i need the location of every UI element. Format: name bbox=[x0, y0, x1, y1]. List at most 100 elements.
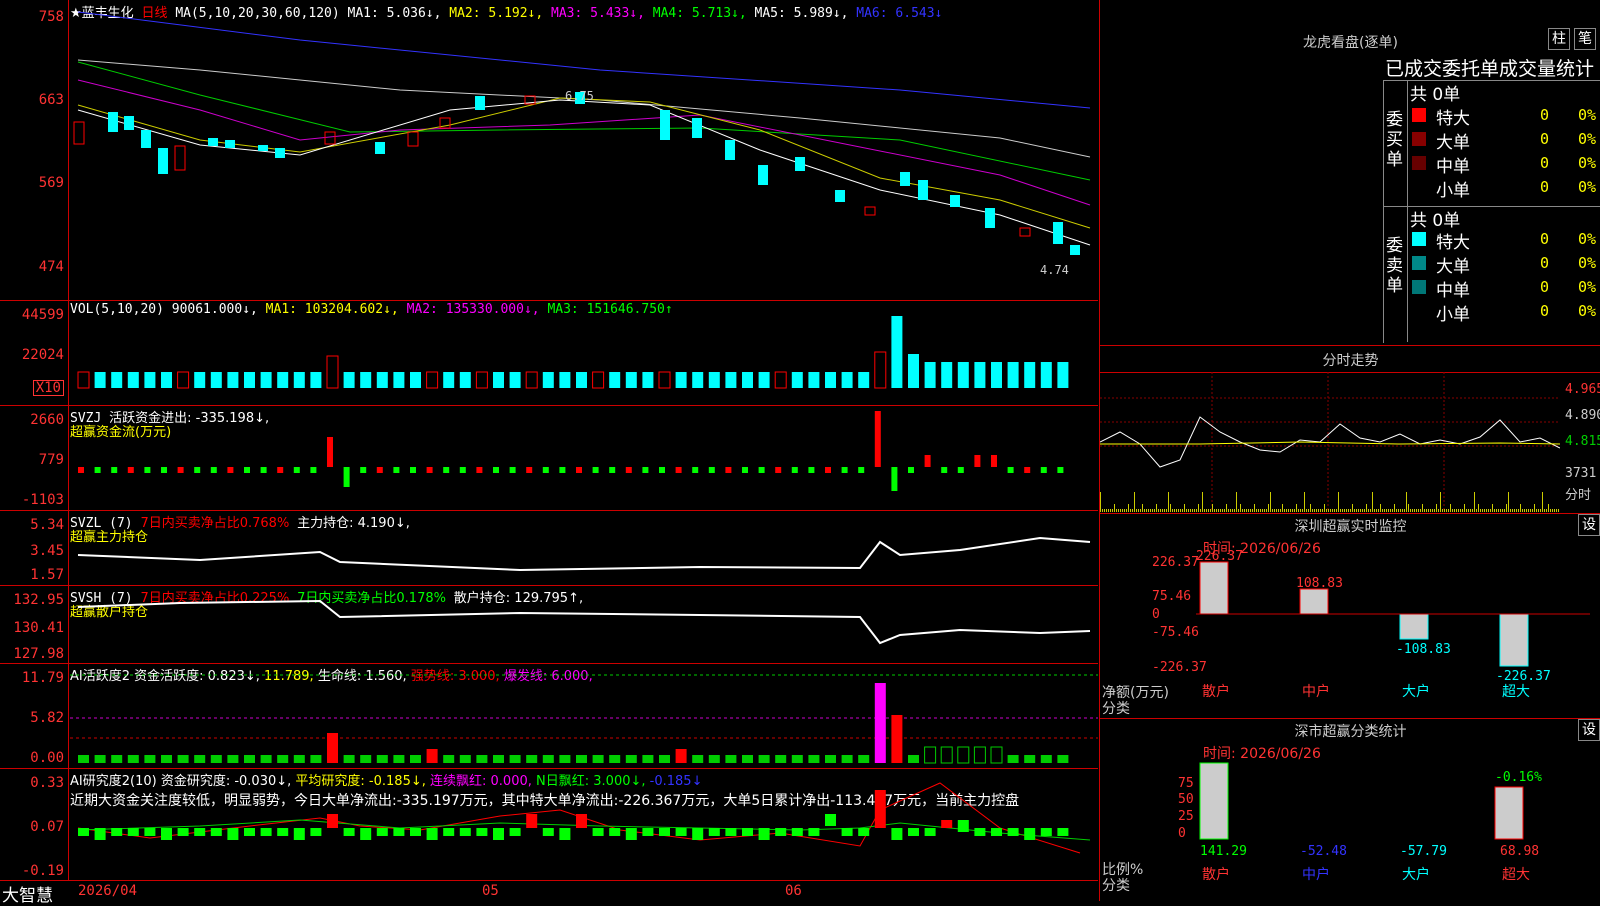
buy-side-label: 委买单 bbox=[1386, 110, 1403, 170]
ts-volume-bar bbox=[1366, 504, 1367, 512]
research-bar bbox=[177, 828, 189, 836]
activity-bar bbox=[957, 746, 970, 764]
ts-volume-bar bbox=[1186, 509, 1187, 512]
volume-bar bbox=[475, 371, 488, 389]
volume-pane[interactable]: 44599 22024 X10 VOL(5,10,20) 90061.000↓,… bbox=[0, 300, 1098, 406]
ts-volume-bar bbox=[1224, 509, 1225, 512]
ts-volume-bar bbox=[1150, 509, 1151, 512]
ts-axis: 4.815 bbox=[1565, 434, 1600, 449]
kline-pane[interactable]: 758 663 569 474 ★蓝丰生化 日线 MA(5,10,20,30,6… bbox=[0, 0, 1098, 301]
activity-bar bbox=[576, 755, 587, 763]
research-bar bbox=[509, 828, 521, 836]
ts-volume-bar bbox=[1410, 509, 1411, 512]
tick-mode-button[interactable]: 笔 bbox=[1574, 28, 1596, 50]
ai1-chart bbox=[70, 674, 1098, 764]
ts-volume-bar bbox=[1228, 509, 1229, 512]
money-flow-bar bbox=[194, 467, 201, 473]
money-flow-bar bbox=[177, 467, 184, 473]
money-flow-bar bbox=[742, 467, 748, 473]
ts-volume-bar bbox=[1194, 509, 1195, 512]
ts-volume-bar bbox=[1466, 509, 1467, 512]
research-bar bbox=[941, 820, 953, 828]
ts-volume-bar bbox=[1278, 509, 1279, 512]
ts-volume-bar bbox=[1418, 509, 1419, 512]
activity-bar bbox=[1024, 755, 1036, 763]
ts-volume-bar bbox=[1354, 509, 1355, 512]
research-bar bbox=[908, 828, 919, 836]
svzj-pane[interactable]: 2660 779 -1103 SVZJ 活跃资金进出: -335.198↓, 超… bbox=[0, 405, 1098, 511]
ts-volume-bar bbox=[1540, 509, 1541, 512]
ts-volume-bar bbox=[1330, 509, 1331, 512]
ts-volume-bar bbox=[1362, 509, 1363, 512]
ts-volume-bar bbox=[1286, 509, 1287, 512]
order-count: 0 bbox=[1540, 254, 1550, 272]
sz-monitor-panel[interactable]: 深圳超赢实时监控 设 时间: 2026/06/26 226.37 75.46 0 -7… bbox=[1099, 513, 1600, 719]
ts-volume-bar bbox=[1548, 504, 1549, 512]
ts-volume-bar bbox=[1128, 504, 1129, 512]
volume-bar bbox=[161, 372, 172, 388]
activity-bar bbox=[1040, 755, 1052, 763]
money-flow-bar bbox=[924, 455, 931, 467]
volume-bar bbox=[774, 371, 787, 389]
net-flow-bar bbox=[1199, 561, 1229, 615]
money-flow-bar bbox=[343, 467, 350, 487]
research-bar bbox=[642, 828, 654, 836]
research-bar bbox=[476, 828, 488, 836]
ts-volume-bar bbox=[1438, 509, 1439, 512]
ts-vol-label: 3731 bbox=[1565, 466, 1597, 481]
ai-research-pane[interactable]: 0.33 0.07 -0.19 AI研究度2(10) 资金研究度: -0.030… bbox=[0, 768, 1098, 880]
activity-bar bbox=[376, 755, 388, 763]
research-bar bbox=[791, 828, 803, 836]
candle-chart: 4.74 6.75 bbox=[73, 11, 1091, 277]
research-bar bbox=[127, 828, 139, 836]
ts-volume-bar bbox=[1162, 509, 1163, 512]
research-bar bbox=[874, 790, 886, 828]
money-flow-bar bbox=[609, 467, 616, 473]
svzl-pane[interactable]: 5.34 3.45 1.57 SVZL (7) 7日内买卖净占比0.768% 主… bbox=[0, 510, 1098, 586]
buy-total: 共 0单 bbox=[1410, 85, 1461, 105]
volume-bar bbox=[642, 372, 654, 388]
ts-volume-bar bbox=[1120, 509, 1121, 512]
research-bar bbox=[111, 828, 123, 836]
net-flow-bar bbox=[1499, 613, 1529, 667]
ts-volume-bar bbox=[1424, 509, 1425, 512]
money-flow-bar bbox=[708, 467, 715, 473]
ts-tag[interactable]: 分时 bbox=[1565, 484, 1591, 503]
money-flow-bar bbox=[808, 467, 815, 473]
order-count: 0 bbox=[1540, 302, 1550, 320]
ts-volume-bar bbox=[1420, 509, 1421, 512]
svsh-pane[interactable]: 132.95 130.41 127.98 SVSH (7) 7日内买卖净占比0.… bbox=[0, 585, 1098, 664]
research-bar bbox=[260, 828, 272, 836]
research-bar bbox=[310, 828, 322, 836]
research-bar bbox=[808, 828, 820, 836]
ts-volume-bar bbox=[1336, 509, 1337, 512]
bar-mode-button[interactable]: 柱 bbox=[1548, 28, 1570, 50]
ts-volume-bar bbox=[1276, 509, 1277, 512]
ts-volume-bar bbox=[1168, 492, 1169, 512]
ts-volume-bar bbox=[1238, 509, 1239, 512]
ts-volume-bar bbox=[1506, 504, 1507, 512]
ts-volume-bar bbox=[1512, 509, 1513, 512]
sz-category-label: 散户 bbox=[1202, 683, 1230, 700]
activity-bar bbox=[343, 755, 355, 763]
timeshare-panel[interactable]: 分时走势 4.965 4.890 4.815 3731 分时 bbox=[1099, 345, 1600, 514]
money-flow-bar bbox=[293, 467, 300, 473]
ts-volume-bar bbox=[1170, 504, 1171, 512]
ts-volume-bar bbox=[1160, 509, 1161, 512]
ts-volume-bar bbox=[1166, 509, 1167, 512]
ts-volume-bar bbox=[1282, 504, 1283, 512]
activity-bar bbox=[858, 755, 870, 763]
ts-volume-bar bbox=[1226, 504, 1227, 512]
volume-chart bbox=[77, 316, 1069, 389]
activity-bar bbox=[111, 755, 123, 763]
ts-volume-bar bbox=[1180, 509, 1181, 512]
research-bar bbox=[327, 814, 338, 828]
sz-category-label: 中户 bbox=[1302, 683, 1330, 700]
order-size-label: 大单 bbox=[1436, 257, 1470, 277]
research-bar bbox=[1024, 828, 1036, 840]
ai-activity-pane[interactable]: 11.79 5.82 0.00 AI活跃度2 资金活跃度: 0.823↓, 11… bbox=[0, 663, 1098, 769]
class-stats-panel[interactable]: 深市超赢分类统计 设 时间: 2026/06/26 75 50 25 0 -0.16% 1… bbox=[1099, 718, 1600, 901]
ts-volume-bar bbox=[1100, 492, 1101, 512]
class-ratio-value: -52.48 bbox=[1300, 844, 1347, 859]
money-flow-bar bbox=[410, 467, 416, 473]
